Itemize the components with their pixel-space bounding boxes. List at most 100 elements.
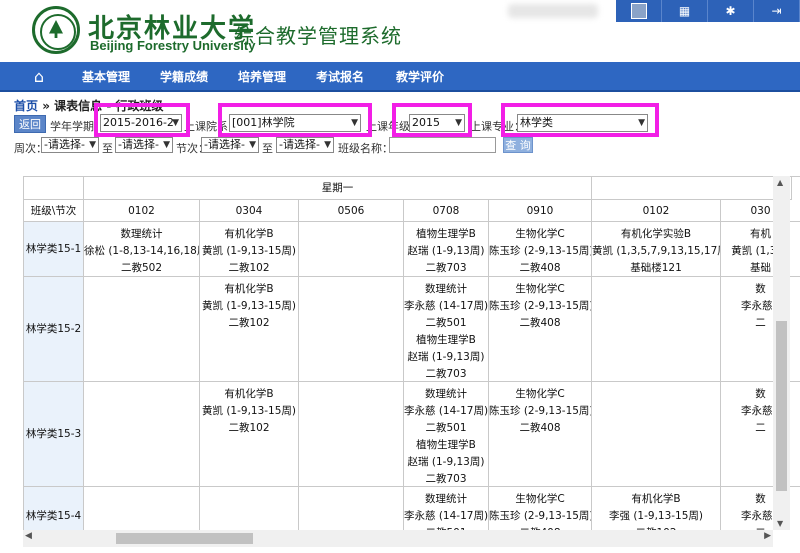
scroll-down-icon[interactable]: ▼ [777,519,783,528]
course-teacher-weeks: 陈玉珍 (2-9,13-15周) [489,245,592,257]
breadcrumb-home-link[interactable]: 首页 [14,99,38,113]
period-label: 0708 [432,205,460,217]
university-seal-logo [32,6,80,54]
course-room: 二教408 [519,262,561,274]
course-teacher-weeks: 赵瑞 (1-9,13周) [407,456,485,468]
class-name-label: 班级名称： [338,142,393,155]
course-room: 二教501 [425,422,467,434]
course-cell[interactable]: 有机化学B 黄凯 (1-9,13-15周) 二教102 [200,277,299,382]
day-label: 星期一 [321,182,354,194]
period-label: 0910 [526,205,554,217]
period-label: 0506 [337,205,365,217]
course-cell [84,277,200,382]
course-cell [592,382,721,487]
course-cell[interactable]: 生物化学C陈玉珍 (2-9,13-15周)二教408 [489,277,592,382]
course-teacher-weeks: 黄凯 (1,3,5,7,9,13,15,17周) [592,245,721,257]
horizontal-scroll-thumb[interactable] [116,533,253,544]
course-teacher-weeks: 黄凯 (1-9,13-15周) [201,245,297,257]
back-button[interactable]: 返回 [14,115,46,133]
period-from-select[interactable]: -请选择- ▼ [201,137,259,153]
week-to-label: 至 [102,142,113,155]
day-header-next [592,177,792,200]
highlight-grade [392,103,472,137]
course-cell[interactable]: 植物生理学B 赵瑞 (1-9,13周) 二教703 [404,222,489,277]
course-room: 二教102 [228,422,270,434]
class-name: 林学类15-4 [25,510,82,522]
period-header: 0102 [592,200,721,222]
week-to-select[interactable]: -请选择- ▼ [115,137,173,153]
nav-exam-registration[interactable]: 考试报名 [316,62,364,92]
scroll-left-icon[interactable]: ◀ [25,531,32,541]
course-cell[interactable]: 数理统计 李永慈 (14-17周) 二教501 植物生理学B 赵瑞 (1-9,13周) 二… [404,382,489,487]
period-to-value: -请选择- [279,138,320,151]
course-cell[interactable]: 有机化学B 黄凯 (1-9,13-15周) 二教102 [200,222,299,277]
course-cell[interactable]: 生物化学C陈玉珍 (2-9,13-15周)二教408 [489,487,592,530]
query-button[interactable]: 查 询 [503,137,533,153]
course-cell [299,222,404,277]
scroll-right-icon[interactable]: ▶ [764,531,771,541]
course-name: 有机化学实验B [620,228,692,240]
course-teacher-weeks: 李强 (1-9,13-15周) [608,510,704,522]
course-cell[interactable]: 数理统计 徐松 (1-8,13-14,16,18周) 二教502 [84,222,200,277]
course-cell[interactable]: 有机化学实验B 黄凯 (1,3,5,7,9,13,15,17周) 基础楼121 [592,222,721,277]
university-name-en: Beijing Forestry University [90,38,256,53]
course-room: 二教501 [425,317,467,329]
course-cell [299,487,404,530]
course-cell[interactable]: 数理统计李永慈 (14-17周)二教501 [404,487,489,530]
home-icon[interactable]: ⌂ [22,62,56,92]
avatar[interactable] [616,0,662,22]
course-teacher-weeks: 黄凯 (1-9,13-15周) [201,405,297,417]
course-name: 数理统计 [425,388,467,400]
course-teacher-weeks: 李永慈 (14-17周) [404,510,489,522]
highlight-major [501,103,659,137]
breadcrumb-separator: » [42,99,50,113]
nav-student-records[interactable]: 学籍成绩 [160,62,208,92]
course-room: 二教703 [425,262,467,274]
course-room: 二教703 [425,368,467,380]
course-teacher-weeks: 黄凯 (1-9,13-15周) [201,300,297,312]
course-room: 基础楼121 [630,262,682,274]
course-teacher-weeks: 徐松 (1-8,13-14,16,18周) [84,245,200,257]
course-cell [299,382,404,487]
class-row-header: 林学类15-3 [24,382,84,487]
class-name-input[interactable] [389,137,496,153]
course-cell[interactable]: 有机化学B 黄凯 (1-9,13-15周) 二教102 [200,382,299,487]
gear-icon[interactable]: ✱ [708,0,754,22]
course-teacher-weeks: 陈玉珍 (2-9,13-15周) [489,300,592,312]
main-nav: ⌂ 基本管理 学籍成绩 培养管理 考试报名 教学评价 [0,62,800,92]
course-cell[interactable]: 生物化学C陈玉珍 (2-9,13-15周)二教408 [489,382,592,487]
scroll-up-icon[interactable]: ▲ [777,178,783,187]
logout-icon[interactable]: ⇥ [754,0,800,22]
week-from-value: -请选择- [44,138,85,151]
blurred-user-info [508,4,598,18]
course-cell [592,277,721,382]
course-room: 二教102 [228,262,270,274]
week-from-select[interactable]: -请选择- ▼ [41,137,99,153]
nav-training-management[interactable]: 培养管理 [238,62,286,92]
class-name: 林学类15-2 [25,322,82,335]
chevron-down-icon: ▼ [89,140,96,150]
period-label: 0304 [235,205,263,217]
course-name: 生物化学C [515,228,565,240]
vertical-scrollbar[interactable]: ▲ ▼ [773,176,790,530]
corner-header: 班级\节次 [24,200,84,222]
period-to-select[interactable]: -请选择- ▼ [276,137,334,153]
course-name: 植物生理学B [416,439,476,451]
course-name: 植物生理学B [416,228,476,240]
nav-teaching-evaluation[interactable]: 教学评价 [396,62,444,92]
nav-basic-management[interactable]: 基本管理 [82,62,130,92]
period-label: 0102 [642,205,670,217]
course-room: 二教408 [519,317,561,329]
course-cell [84,382,200,487]
period-header: 0506 [299,200,404,222]
course-cell[interactable]: 有机化学B李强 (1-9,13-15周)二教102 [592,487,721,530]
period-header: 0910 [489,200,592,222]
course-cell[interactable]: 数理统计 李永慈 (14-17周) 二教501 植物生理学B 赵瑞 (1-9,13周) 二… [404,277,489,382]
vertical-scroll-thumb[interactable] [776,321,787,491]
period-header: 0708 [404,200,489,222]
course-room: 二教102 [228,317,270,329]
horizontal-scrollbar[interactable]: ◀ ▶ [23,530,773,547]
apps-grid-icon[interactable]: ▦ [662,0,708,22]
course-cell[interactable]: 生物化学C 陈玉珍 (2-9,13-15周) 二教408 [489,222,592,277]
course-name: 生物化学C [515,388,565,400]
